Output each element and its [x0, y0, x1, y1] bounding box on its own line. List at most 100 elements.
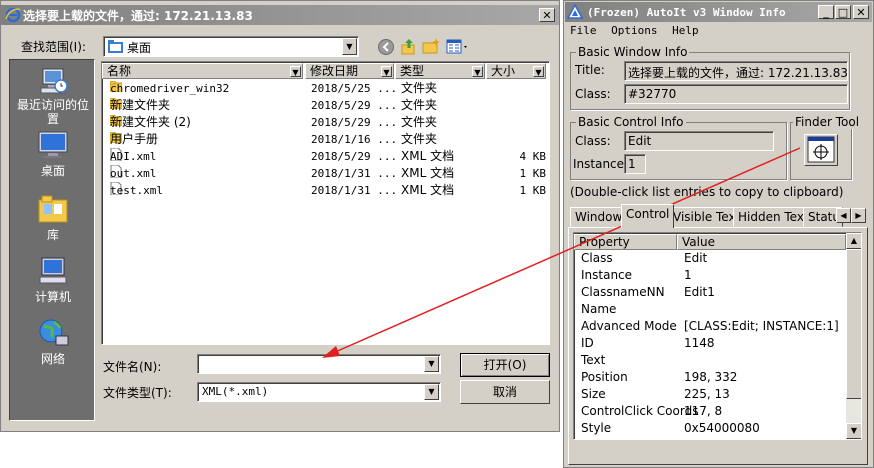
property-value: Edit — [684, 251, 708, 265]
class-value: #32770 — [628, 87, 677, 101]
property-list[interactable]: Property Value Class Edit Instance 1 Classna… — [573, 232, 862, 440]
tab-scroll-right-button[interactable]: ▶ — [851, 208, 866, 223]
property-name: Text — [581, 353, 606, 367]
autoit-titlebar[interactable]: (Frozen) AutoIt v3 Window Info _ □ ✕ — [565, 2, 872, 22]
filetype-combo[interactable]: XML(*.xml) ▼ — [197, 382, 441, 402]
menu-bar: File Options Help — [570, 24, 699, 40]
title-value: 选择要上载的文件，通过: 172.21.13.83 — [628, 66, 849, 80]
column-type-label: 类型 — [400, 64, 425, 78]
file-row[interactable]: chromedriver_win32 2018/5/25 ... 文件夹 — [106, 80, 549, 97]
filename-dropdown-button[interactable]: ▼ — [424, 356, 439, 372]
menu-help[interactable]: Help — [672, 24, 699, 37]
filename-input[interactable] — [200, 356, 422, 372]
library-icon — [36, 194, 70, 224]
class-field[interactable]: #32770 — [624, 84, 848, 104]
back-button[interactable] — [377, 38, 395, 56]
property-row[interactable]: ControlClick Coords 117, 8 — [574, 403, 846, 420]
file-size: 1 KB — [519, 167, 547, 180]
close-button[interactable]: ✕ — [853, 5, 869, 19]
chevron-right-icon: ▶ — [855, 211, 862, 220]
column-header-value[interactable]: Value — [677, 234, 846, 250]
minimize-button[interactable]: _ — [818, 5, 834, 19]
finder-tool-button[interactable] — [804, 134, 838, 166]
file-type: 文件夹 — [401, 98, 438, 112]
cancel-button[interactable]: 取消 — [460, 380, 550, 404]
scroll-down-button[interactable]: ▼ — [846, 423, 861, 439]
vertical-scrollbar[interactable]: ▲ ▼ — [846, 233, 861, 439]
close-icon: ✕ — [542, 8, 552, 22]
control-class-field[interactable]: Edit — [624, 131, 774, 151]
file-row[interactable]: 新建文件夹 (2) 2018/5/29 ... 文件夹 — [106, 114, 549, 131]
up-folder-icon — [401, 39, 415, 55]
chevron-left-icon: ◀ — [840, 211, 847, 220]
title-field[interactable]: 选择要上载的文件，通过: 172.21.13.83 — [624, 61, 848, 81]
column-header-date[interactable]: 修改日期 ▼ — [305, 63, 394, 79]
chevron-down-icon: ▼ — [850, 426, 858, 435]
new-folder-button[interactable] — [422, 37, 440, 55]
column-header-size[interactable]: 大小 ▼ — [486, 63, 546, 79]
file-name: out.xml — [110, 167, 157, 180]
instance-field[interactable]: 1 — [624, 154, 646, 174]
look-in-dropdown-button[interactable]: ▼ — [342, 38, 357, 55]
chevron-down-icon: ▼ — [428, 387, 435, 396]
property-row[interactable]: Text — [574, 352, 846, 369]
file-name: 新建文件夹 — [110, 98, 171, 112]
property-row[interactable]: Advanced Mode [CLASS:Edit; INSTANCE:1] — [574, 318, 846, 335]
file-list[interactable]: 名称 ▼ 修改日期 ▼ 类型 ▼ 大小 ▼ chromedriver_win32 2018… — [101, 61, 550, 345]
column-header-property[interactable]: Property — [574, 234, 677, 250]
filetype-dropdown-button[interactable]: ▼ — [424, 384, 439, 400]
place-recent[interactable]: 最近访问的位置 — [10, 66, 96, 126]
property-row[interactable]: Instance 1 — [574, 267, 846, 284]
file-size: 4 KB — [519, 150, 547, 163]
place-desktop[interactable]: 桌面 — [10, 130, 96, 179]
property-row[interactable]: Name — [574, 301, 846, 318]
property-row[interactable]: ClassnameNN Edit1 — [574, 284, 846, 301]
maximize-button[interactable]: □ — [835, 5, 851, 19]
menu-options[interactable]: Options — [611, 24, 657, 37]
class-label: Class: — [575, 87, 611, 101]
file-row[interactable]: test.xml 2018/1/31 ... XML 文档 1 KB — [106, 181, 549, 199]
column-header-name[interactable]: 名称 ▼ — [102, 63, 303, 79]
property-row[interactable]: ID 1148 — [574, 335, 846, 352]
file-type: 文件夹 — [401, 132, 438, 146]
column-date-label: 修改日期 — [310, 64, 359, 78]
group-label: Basic Window Info — [576, 45, 690, 59]
sort-chevron-icon: ▼ — [533, 66, 544, 77]
property-row[interactable]: Style 0x54000080 — [574, 420, 846, 437]
close-button[interactable]: ✕ — [539, 8, 555, 22]
property-row[interactable]: Class Edit — [574, 250, 846, 267]
place-label: 网络 — [40, 352, 65, 366]
filename-combo[interactable]: ▼ — [197, 354, 441, 374]
scroll-up-button[interactable]: ▲ — [846, 233, 861, 249]
file-row[interactable]: 用户手册 2018/1/16 ... 文件夹 — [106, 131, 549, 148]
tab-window[interactable]: Window — [570, 207, 628, 227]
group-label: Basic Control Info — [576, 115, 686, 129]
file-row[interactable]: out.xml 2018/1/31 ... XML 文档 1 KB — [106, 164, 549, 182]
place-label: 计算机 — [34, 290, 71, 304]
network-icon — [36, 318, 70, 348]
file-name: 用户手册 — [110, 132, 159, 146]
file-row[interactable]: 新建文件夹 2018/5/29 ... 文件夹 — [106, 97, 549, 114]
open-button[interactable]: 打开(O) — [460, 353, 550, 377]
tab-control[interactable]: Control — [621, 204, 675, 228]
up-folder-button[interactable] — [400, 37, 418, 55]
menu-file[interactable]: File — [570, 24, 597, 37]
tab-scroll-left-button[interactable]: ◀ — [836, 208, 851, 223]
place-network[interactable]: 网络 — [10, 318, 96, 367]
scroll-thumb[interactable] — [846, 249, 861, 399]
property-row[interactable]: Position 198, 332 — [574, 369, 846, 386]
sort-chevron-icon: ▼ — [381, 66, 392, 77]
tab-hidden-text[interactable]: Hidden Text — [733, 207, 814, 227]
property-value: 1148 — [684, 336, 715, 350]
recent-places-icon — [36, 66, 70, 96]
look-in-combo[interactable]: 桌面 ▼ — [103, 36, 359, 57]
property-row[interactable]: Size 225, 13 — [574, 386, 846, 403]
file-size: 1 KB — [519, 184, 547, 197]
file-row[interactable]: ADI.xml 2018/5/29 ... XML 文档 4 KB — [106, 147, 549, 165]
file-rows: chromedriver_win32 2018/5/25 ... 文件夹 新建文件夹 2… — [106, 80, 549, 340]
dialog-titlebar[interactable]: 选择要上载的文件，通过: 172.21.13.83 ✕ — [1, 5, 559, 25]
column-header-type[interactable]: 类型 ▼ — [395, 63, 485, 79]
place-library[interactable]: 库 — [10, 194, 96, 243]
view-menu-button[interactable] — [446, 38, 470, 56]
place-computer[interactable]: 计算机 — [10, 256, 96, 305]
